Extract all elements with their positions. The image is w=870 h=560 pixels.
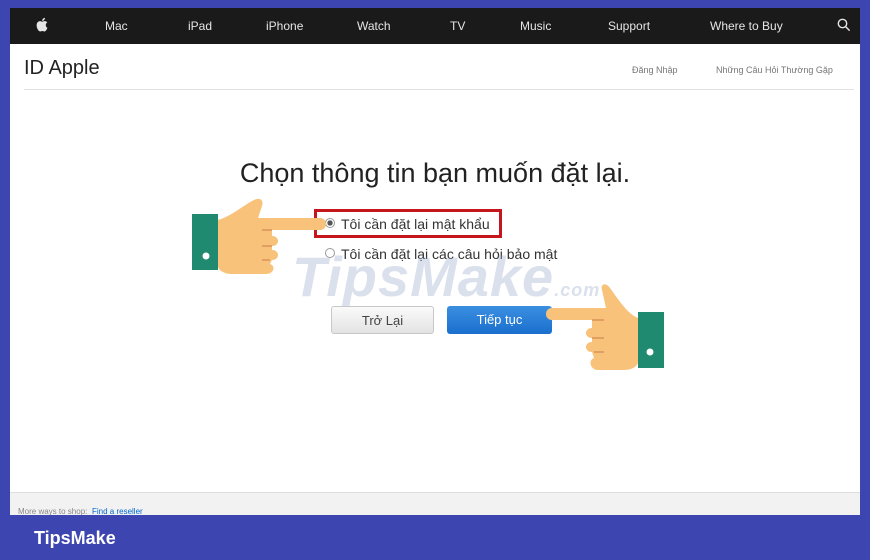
nav-item-where-to-buy[interactable]: Where to Buy	[710, 19, 783, 33]
find-reseller-link[interactable]: Find a reseller	[92, 507, 143, 515]
nav-item-watch[interactable]: Watch	[357, 19, 391, 33]
nav-item-tv[interactable]: TV	[450, 19, 465, 33]
nav-item-support[interactable]: Support	[608, 19, 650, 33]
pointing-hand-right-icon	[192, 198, 326, 274]
footer: More ways to shop: Find a reseller	[10, 492, 860, 515]
apple-logo-icon[interactable]	[36, 17, 48, 32]
search-icon[interactable]	[837, 18, 851, 32]
sub-header: ID Apple Đăng Nhập Những Câu Hỏi Thường …	[24, 44, 854, 90]
option-reset-password[interactable]: Tôi cần đặt lại mật khẩu	[325, 216, 490, 232]
global-nav: Mac iPad iPhone Watch TV Music Support W…	[10, 8, 860, 44]
nav-item-mac[interactable]: Mac	[105, 19, 128, 33]
sign-in-link[interactable]: Đăng Nhập	[632, 65, 678, 75]
nav-item-ipad[interactable]: iPad	[188, 19, 212, 33]
pointing-hand-left-icon	[546, 284, 664, 370]
faq-link[interactable]: Những Câu Hỏi Thường Gặp	[716, 65, 833, 75]
brand-logo-text: TipsMake	[34, 528, 116, 548]
back-button[interactable]: Trở Lại	[331, 306, 434, 334]
browser-page: Mac iPad iPhone Watch TV Music Support W…	[10, 8, 860, 515]
reset-heading: Chọn thông tin bạn muốn đặt lại.	[239, 158, 631, 188]
footer-text: More ways to shop:	[18, 507, 88, 515]
option-label: Tôi cần đặt lại mật khẩu	[341, 216, 490, 232]
nav-item-iphone[interactable]: iPhone	[266, 19, 303, 33]
continue-button[interactable]: Tiếp tục	[447, 306, 552, 334]
nav-item-music[interactable]: Music	[520, 19, 551, 33]
page-title: ID Apple	[24, 57, 100, 79]
